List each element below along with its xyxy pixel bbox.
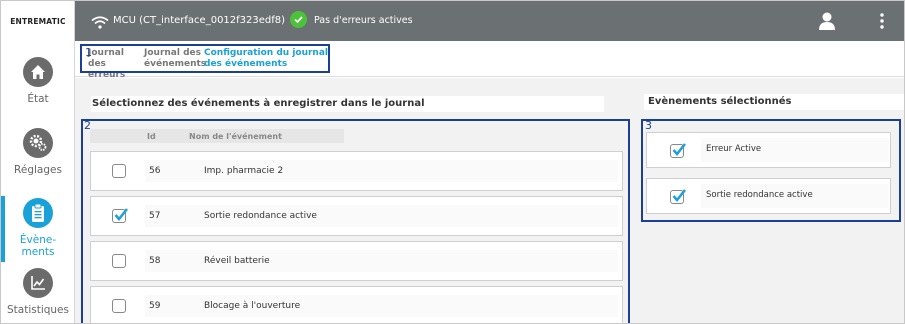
sidebar-item-statistiques[interactable]: Statistiques bbox=[1, 268, 75, 316]
callout-box-3 bbox=[641, 119, 901, 222]
top-bar: MCU (CT_interface_0012f323edf8) Pas d'er… bbox=[75, 1, 904, 41]
sidebar-item-reglages[interactable]: Réglages bbox=[1, 128, 75, 176]
sidebar-item-evenements[interactable]: Évène- ments bbox=[1, 198, 75, 258]
wifi-icon bbox=[91, 14, 109, 33]
entrematic-logo: ENTREMATIC bbox=[10, 16, 66, 26]
callout-number-1: 1 bbox=[85, 46, 92, 59]
home-icon bbox=[23, 57, 53, 87]
sidebar-item-label: Statistiques bbox=[6, 304, 69, 316]
sidebar: ENTREMATIC État Réglages Évène- ments St… bbox=[1, 1, 75, 323]
sidebar-item-label: Évène- ments bbox=[19, 234, 57, 258]
clipboard-icon bbox=[23, 198, 53, 228]
status-label: Pas d'erreurs actives bbox=[314, 15, 413, 26]
sidebar-item-label: État bbox=[27, 93, 49, 105]
app-window: ENTREMATIC État Réglages Évène- ments St… bbox=[0, 0, 905, 324]
chart-icon bbox=[23, 268, 53, 298]
check-icon bbox=[290, 11, 307, 28]
callout-number-2: 2 bbox=[84, 119, 91, 132]
events-select-title: Sélectionnez des événements à enregistre… bbox=[91, 96, 604, 112]
device-label: MCU (CT_interface_0012f323edf8) bbox=[113, 15, 286, 26]
sidebar-item-label: Réglages bbox=[14, 164, 62, 176]
user-icon[interactable] bbox=[817, 11, 837, 35]
sidebar-item-etat[interactable]: État bbox=[1, 57, 75, 105]
more-vertical-icon[interactable] bbox=[879, 13, 885, 33]
selected-events-title: Evènements sélectionnés bbox=[644, 94, 904, 110]
callout-box-1 bbox=[80, 44, 330, 73]
gears-icon bbox=[23, 128, 53, 158]
callout-box-2 bbox=[81, 119, 630, 323]
callout-number-3: 3 bbox=[645, 119, 652, 132]
